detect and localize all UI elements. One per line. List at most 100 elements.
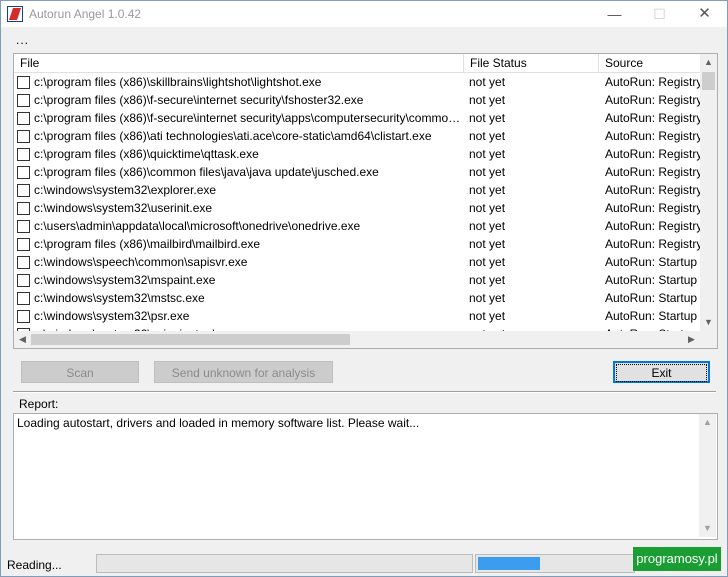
source-cell: AutoRun: Registry [605,201,700,215]
vertical-scroll-thumb[interactable] [702,72,715,90]
table-row[interactable]: c:\windows\system32\mstsc.exe not yet Auto… [14,289,700,307]
status-bar: Reading... [1,552,727,576]
file-path-cell: c:\windows\speech\common\sapisvr.exe [34,255,248,269]
file-path-cell: c:\users\admin\appdata\local\microsoft\o… [34,219,361,233]
scroll-right-icon[interactable]: ▶ [683,331,700,348]
source-cell: AutoRun: Registry [605,129,700,143]
file-path-cell: c:\program files (x86)\common files\java… [34,165,379,179]
column-header-file-status[interactable]: File Status [464,54,599,72]
scroll-left-icon[interactable]: ◀ [14,331,31,348]
exit-button-label: Exit [616,364,707,382]
scroll-down-icon[interactable]: ▼ [700,314,717,331]
file-path-cell: c:\program files (x86)\f-secure\internet… [34,111,462,125]
file-path-cell: c:\program files (x86)\skillbrains\light… [34,75,322,89]
checkbox-icon[interactable] [17,292,30,305]
horizontal-scroll-thumb[interactable] [31,334,350,345]
table-row[interactable]: c:\windows\system32\psr.exe not yet AutoRu… [14,307,700,325]
file-path-cell: c:\program files (x86)\ati technologies\… [34,129,432,143]
checkbox-icon[interactable] [17,166,30,179]
column-header-source[interactable]: Source [599,54,700,72]
table-row[interactable]: c:\windows\system32\mspaint.exe not yet Au… [14,271,700,289]
checkbox-icon[interactable] [17,184,30,197]
source-cell: AutoRun: Startup f [605,309,700,323]
watermark-logo: programosy.pl [633,547,721,571]
checkbox-icon[interactable] [17,148,30,161]
report-text: Loading autostart, drivers and loaded in… [17,416,420,430]
report-label: Report: [19,397,59,411]
file-status-cell: not yet [469,183,506,197]
report-textarea[interactable]: Loading autostart, drivers and loaded in… [13,413,718,540]
checkbox-icon[interactable] [17,130,30,143]
table-row[interactable]: c:\program files (x86)\mailbird\mailbird… [14,235,700,253]
file-path-cell: c:\windows\system32\userinit.exe [34,201,213,215]
source-cell: AutoRun: Registry [605,111,700,125]
source-cell: AutoRun: Startup f [605,291,700,305]
table-row[interactable]: c:\windows\system32\userinit.exe not yet A… [14,199,700,217]
scrollbar-corner [700,331,717,348]
app-icon [7,6,23,22]
table-row[interactable]: c:\program files (x86)\skillbrains\light… [14,73,700,91]
source-cell: AutoRun: Registry [605,147,700,161]
file-path-cell: c:\program files (x86)\f-secure\internet… [34,93,364,107]
file-status-cell: not yet [469,75,506,89]
checkbox-icon[interactable] [17,94,30,107]
file-status-cell: not yet [469,165,506,179]
file-path-cell: c:\program files (x86)\quicktime\qttask.… [34,147,259,161]
list-header: File File Status Source [14,54,700,73]
maximize-icon[interactable]: ☐ [637,1,682,27]
file-status-cell: not yet [469,129,506,143]
checkbox-icon[interactable] [17,274,30,287]
close-icon[interactable]: ✕ [682,1,727,27]
checkbox-icon[interactable] [17,238,30,251]
title-bar[interactable]: Autorun Angel 1.0.42 — ☐ ✕ [1,1,727,27]
file-path-cell: c:\windows\system32\explorer.exe [34,183,217,197]
menu-more[interactable]: ... [16,33,29,47]
source-cell: AutoRun: Startup f [605,255,700,269]
file-path-cell: c:\windows\system32\mstsc.exe [34,291,205,305]
table-row[interactable]: c:\program files (x86)\f-secure\internet… [14,91,700,109]
minimize-icon[interactable]: — [592,1,637,27]
table-row[interactable]: c:\users\admin\appdata\local\microsoft\o… [14,217,700,235]
vertical-scrollbar[interactable]: ▲ ▼ [700,54,717,331]
file-status-cell: not yet [469,309,506,323]
table-row[interactable]: c:\program files (x86)\quicktime\qttask.… [14,145,700,163]
file-status-cell: not yet [469,255,506,269]
source-cell: AutoRun: Registry [605,219,700,233]
scroll-up-icon[interactable]: ▲ [700,54,717,71]
table-row[interactable]: c:\program files (x86)\common files\java… [14,163,700,181]
source-cell: AutoRun: Registry [605,75,700,89]
table-row[interactable]: c:\program files (x86)\ati technologies\… [14,127,700,145]
table-row[interactable]: c:\program files (x86)\f-secure\internet… [14,109,700,127]
source-cell: AutoRun: Startup f [605,273,700,287]
table-row[interactable]: c:\windows\speech\common\sapisvr.exe not … [14,253,700,271]
checkbox-icon[interactable] [17,256,30,269]
checkbox-icon[interactable] [17,220,30,233]
column-header-file[interactable]: File [14,54,464,72]
checkbox-icon[interactable] [17,202,30,215]
source-cell: AutoRun: Registry [605,165,700,179]
scroll-up-icon[interactable]: ▲ [699,414,716,431]
scroll-down-icon[interactable]: ▼ [699,520,716,537]
source-cell: AutoRun: Registry [605,183,700,197]
scan-button[interactable]: Scan [21,361,139,383]
file-status-cell: not yet [469,201,506,215]
send-unknown-button[interactable]: Send unknown for analysis [154,361,333,383]
table-row[interactable]: c:\windows\system32\explorer.exe not yet A… [14,181,700,199]
file-list[interactable]: File File Status Source c:\program files… [13,53,718,349]
status-panel [96,554,473,573]
source-cell: AutoRun: Registry [605,93,700,107]
progress-fill [478,557,540,570]
checkbox-icon[interactable] [17,112,30,125]
checkbox-icon[interactable] [17,76,30,89]
divider [13,391,716,393]
file-status-cell: not yet [469,147,506,161]
file-status-cell: not yet [469,93,506,107]
window-title: Autorun Angel 1.0.42 [29,7,142,21]
exit-button[interactable]: Exit [613,361,710,383]
report-scrollbar[interactable]: ▲ ▼ [699,414,716,537]
file-status-cell: not yet [469,273,506,287]
checkbox-icon[interactable] [17,310,30,323]
source-cell: AutoRun: Registry [605,237,700,251]
horizontal-scrollbar[interactable]: ◀ ▶ [14,331,700,348]
progress-bar [475,554,635,573]
